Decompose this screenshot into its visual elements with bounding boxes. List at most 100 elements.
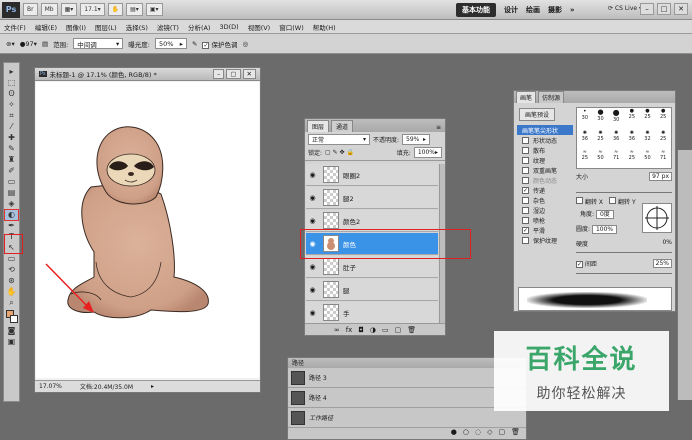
path-row[interactable]: 路径 4 xyxy=(288,388,526,408)
spacing-field[interactable]: 25% xyxy=(652,259,672,268)
range-select[interactable]: 中间调 ▾ xyxy=(73,38,124,49)
3d-orbit-tool-icon[interactable]: ⊛ xyxy=(5,276,18,286)
delete-path-icon[interactable]: 🗑 xyxy=(511,428,520,440)
menu-filter[interactable]: 滤镜(T) xyxy=(157,22,179,32)
new-path-icon[interactable]: ▢ xyxy=(498,428,505,440)
healing-brush-tool-icon[interactable]: ✚ xyxy=(5,133,18,143)
workspace-painting[interactable]: 绘画 xyxy=(526,5,540,15)
arrange-documents-button[interactable]: ▤▾ xyxy=(126,3,143,16)
tab-clone-source[interactable]: 仿制源 xyxy=(538,91,565,103)
menu-view[interactable]: 视图(V) xyxy=(248,22,271,32)
more-workspaces-button[interactable]: » xyxy=(570,6,575,14)
brush-presets-button[interactable]: 画笔预设 xyxy=(519,108,556,121)
bridge-button[interactable]: Br xyxy=(23,3,38,16)
lasso-tool-icon[interactable]: ʘ xyxy=(5,89,18,99)
new-group-icon[interactable]: ▭ xyxy=(382,326,389,334)
visibility-eye-icon[interactable]: ◉ xyxy=(306,171,319,179)
tab-layers[interactable]: 图层 xyxy=(307,120,330,132)
crop-tool-icon[interactable]: ⌗ xyxy=(5,111,18,121)
canvas[interactable] xyxy=(36,82,259,378)
path-row[interactable]: 工作路径 xyxy=(288,408,526,428)
menu-file[interactable]: 文件(F) xyxy=(4,22,26,32)
pen-tool-icon[interactable]: ✒ xyxy=(5,221,18,231)
layer-row[interactable]: ◉ 手 xyxy=(306,302,438,324)
hardness-slider[interactable] xyxy=(576,252,672,253)
layer-row[interactable]: ◉ 眼圈2 xyxy=(306,164,438,186)
tab-paths[interactable]: 路径 xyxy=(292,360,304,367)
quick-mask-icon[interactable]: ◙ xyxy=(5,326,18,336)
workspace-design[interactable]: 设计 xyxy=(504,5,518,15)
hardness-field[interactable]: 0% xyxy=(662,239,672,248)
clone-stamp-tool-icon[interactable]: ♜ xyxy=(5,155,18,165)
menu-analysis[interactable]: 分析(A) xyxy=(188,22,211,32)
menu-window[interactable]: 窗口(W) xyxy=(279,22,304,32)
load-selection-icon[interactable]: ◌ xyxy=(475,428,481,440)
hand-tool-button[interactable]: ✋ xyxy=(107,3,124,16)
tablet-pressure-icon[interactable]: ◎ xyxy=(242,40,248,48)
spacing-slider[interactable] xyxy=(576,273,672,274)
layer-row[interactable]: ◉ 肚子 xyxy=(306,256,438,278)
blend-mode-select[interactable]: 正常 ▾ xyxy=(308,134,370,145)
size-slider[interactable] xyxy=(576,190,672,196)
brush-tip-grid[interactable]: • 30 ● 30 ● 30 ● 25 ● 25 ● 25 ✺ 36 ✺ 25 ✺ 36 ✺ 36 … xyxy=(576,107,672,169)
flip-y-checkbox[interactable]: 翻转 Y xyxy=(609,197,636,206)
brush-option[interactable]: 颜色动态 xyxy=(517,175,573,185)
zoom-tool-icon[interactable]: ⌕ xyxy=(5,298,18,308)
eyedropper-tool-icon[interactable]: ⁄ xyxy=(5,122,18,132)
history-brush-tool-icon[interactable]: ✐ xyxy=(5,166,18,176)
visibility-eye-icon[interactable]: ◉ xyxy=(306,263,319,271)
hand-tool-icon[interactable]: ✋ xyxy=(5,287,18,297)
doc-minimize-icon[interactable]: – xyxy=(213,69,225,79)
fill-path-icon[interactable]: ● xyxy=(451,428,457,440)
workspace-essentials[interactable]: 基本功能 xyxy=(456,3,496,17)
roundness-field[interactable]: 100% xyxy=(591,225,618,234)
path-row[interactable]: 路径 3 xyxy=(288,368,526,388)
delete-layer-icon[interactable]: 🗑 xyxy=(407,326,416,334)
marquee-tool-icon[interactable]: ⬚ xyxy=(5,78,18,88)
brush-option[interactable]: 散布 xyxy=(517,145,573,155)
layer-row[interactable]: ◉ 腿 xyxy=(306,279,438,301)
screen-mode-button[interactable]: ▣▾ xyxy=(145,3,163,16)
background-color-swatch[interactable] xyxy=(10,315,18,323)
zoom-level-select[interactable]: 17.1 ▾ xyxy=(80,3,105,16)
move-tool-icon[interactable]: ▸ xyxy=(5,67,18,77)
shape-tool-icon[interactable]: ▭ xyxy=(5,254,18,264)
menu-select[interactable]: 选择(S) xyxy=(126,22,148,32)
brush-option[interactable]: 喷枪 xyxy=(517,215,573,225)
add-mask-icon[interactable]: ◘ xyxy=(358,326,364,334)
layer-row[interactable]: ◉ 腿2 xyxy=(306,187,438,209)
brush-option[interactable]: 杂色 xyxy=(517,195,573,205)
menu-help[interactable]: 帮助(H) xyxy=(313,22,336,32)
doc-close-icon[interactable]: ✕ xyxy=(242,69,256,79)
flip-x-checkbox[interactable]: 翻转 X xyxy=(576,197,603,206)
3d-rotate-tool-icon[interactable]: ⟲ xyxy=(5,265,18,275)
adjustment-layer-icon[interactable]: ◑ xyxy=(370,326,376,334)
stroke-path-icon[interactable]: ○ xyxy=(463,428,469,440)
panel-menu-icon[interactable]: ≡ xyxy=(432,123,445,132)
visibility-eye-icon[interactable]: ◉ xyxy=(306,194,319,202)
brush-option[interactable]: 湿边 xyxy=(517,205,573,215)
maximize-icon[interactable]: □ xyxy=(657,3,671,15)
cs-live-button[interactable]: ⟳ CS Live ▾ xyxy=(608,5,642,12)
size-value[interactable]: 97 px xyxy=(649,172,672,181)
new-layer-icon[interactable]: ▢ xyxy=(395,326,402,334)
exposure-field[interactable]: 50% ▸ xyxy=(155,38,187,49)
fill-field[interactable]: 100% ▸ xyxy=(413,147,442,158)
close-icon[interactable]: ✕ xyxy=(674,3,688,15)
brush-option[interactable]: ✓ 传递 xyxy=(517,185,573,195)
opacity-field[interactable]: 59% ▸ xyxy=(402,134,431,145)
quick-select-tool-icon[interactable]: ✧ xyxy=(5,100,18,110)
status-menu-arrow-icon[interactable]: ▸ xyxy=(151,383,154,390)
tool-preset-picker[interactable]: ⊚▾ xyxy=(6,40,15,48)
layer-style-icon[interactable]: fx xyxy=(346,326,353,334)
lock-icons[interactable]: ▢ ✎ ✥ 🔒 xyxy=(325,149,354,156)
brush-preset-picker[interactable]: ●97▾ xyxy=(20,40,37,48)
workspace-photography[interactable]: 摄影 xyxy=(548,5,562,15)
menu-image[interactable]: 图像(I) xyxy=(66,22,86,32)
brush-option[interactable]: 形状动态 xyxy=(517,135,573,145)
gradient-tool-icon[interactable]: ▤ xyxy=(5,188,18,198)
brush-option[interactable]: 双重画笔 xyxy=(517,165,573,175)
make-path-icon[interactable]: ◇ xyxy=(487,428,492,440)
burn-tool-icon[interactable]: ◐ xyxy=(4,209,19,221)
brush-panel-toggle-icon[interactable]: ▤ xyxy=(42,40,48,48)
